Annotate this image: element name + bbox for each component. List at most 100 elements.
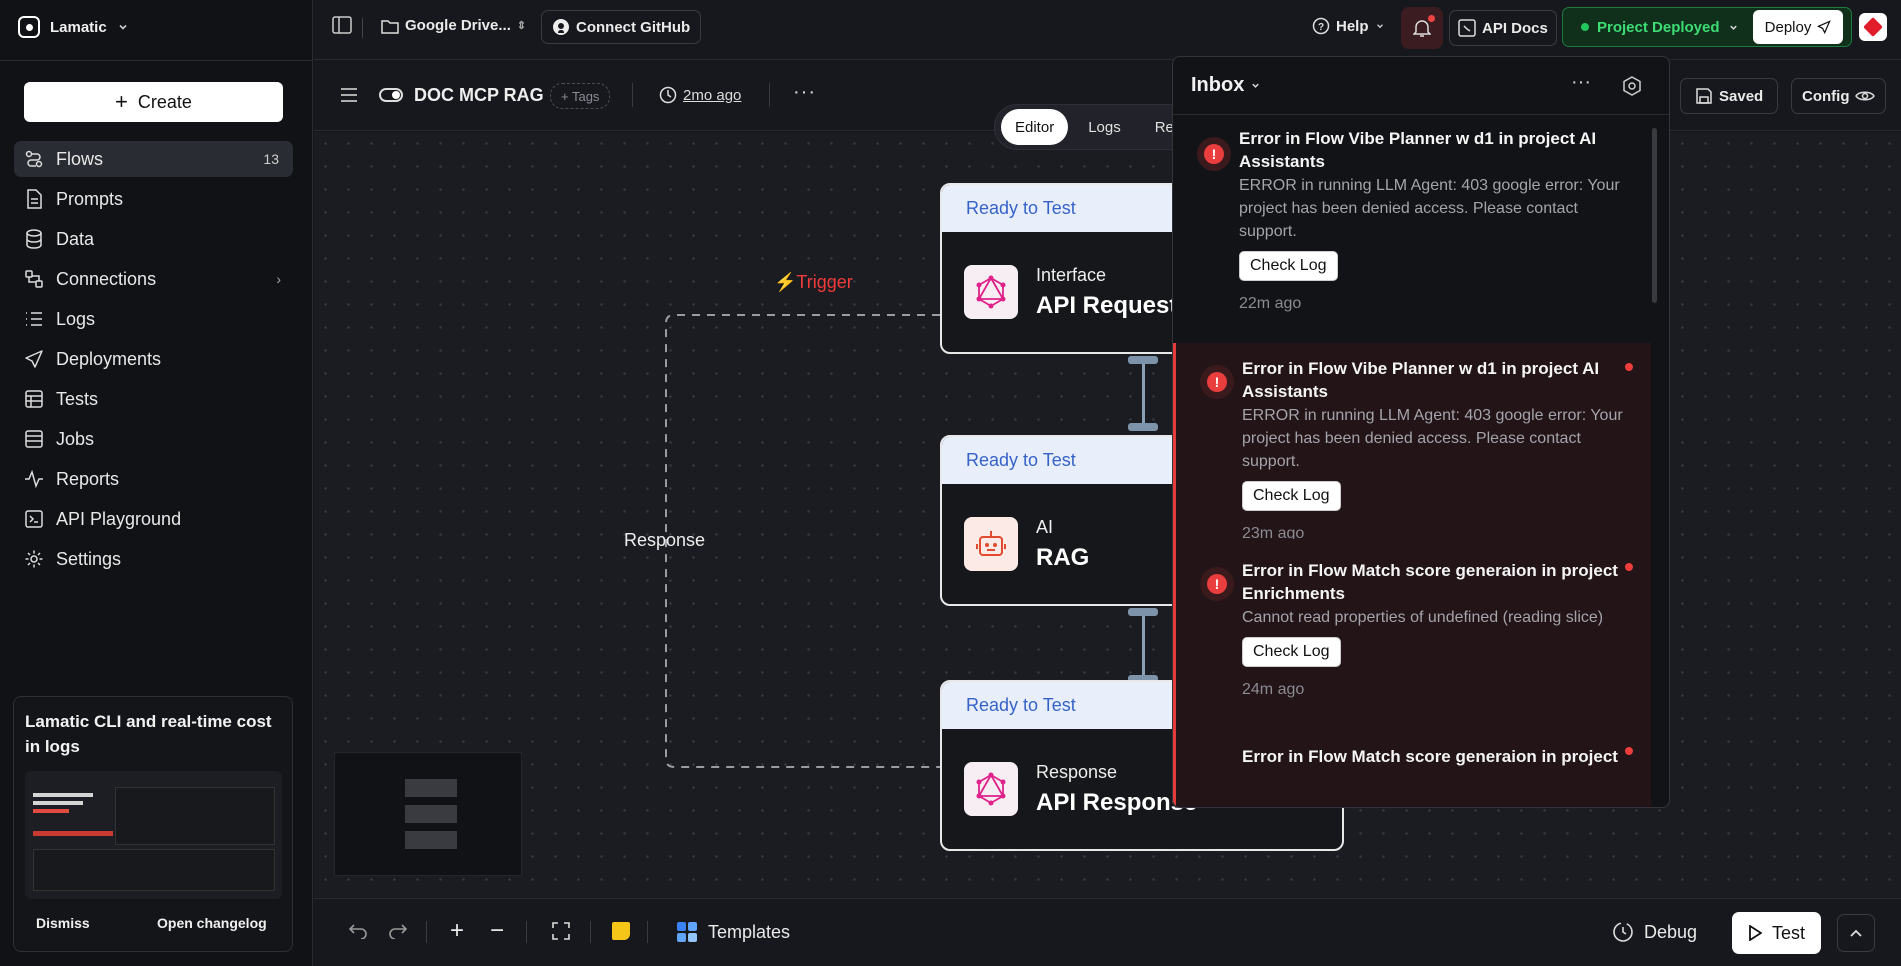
more-options-icon[interactable]: ··· xyxy=(793,81,816,104)
api-docs-button[interactable]: API Docs xyxy=(1449,10,1557,46)
lamatic-logo-icon xyxy=(18,16,40,38)
notification-title: Error in Flow Match score generaion in p… xyxy=(1242,561,1618,603)
user-avatar[interactable] xyxy=(1859,13,1887,41)
saved-label: Saved xyxy=(1719,87,1764,105)
debug-button[interactable]: Debug xyxy=(1612,921,1697,943)
notification-item[interactable]: Error in Flow Match score generaion in p… xyxy=(1173,725,1651,807)
config-button[interactable]: Config xyxy=(1791,78,1887,114)
undo-icon xyxy=(348,924,367,939)
test-label: Test xyxy=(1772,922,1806,943)
connect-github-button[interactable]: Connect GitHub xyxy=(541,10,702,44)
create-label: Create xyxy=(137,91,192,112)
notification-item[interactable]: ! Error in Flow Vibe Planner w d1 in pro… xyxy=(1173,343,1651,542)
chevron-right-icon: › xyxy=(276,271,281,287)
status-dot xyxy=(1581,23,1589,31)
sidebar-item-flows[interactable]: Flows 13 xyxy=(14,141,293,177)
inbox-header: Inbox ··· xyxy=(1173,57,1669,115)
node-handle[interactable] xyxy=(1128,423,1158,431)
changelog-title: Lamatic CLI and real-time cost in logs xyxy=(25,712,272,756)
divider xyxy=(632,83,633,107)
inbox-scrollbar[interactable] xyxy=(1652,128,1657,303)
check-log-button[interactable]: Check Log xyxy=(1239,251,1338,281)
check-log-button[interactable]: Check Log xyxy=(1242,481,1341,511)
changelog-preview-image[interactable] xyxy=(25,771,282,899)
tab-logs[interactable]: Logs xyxy=(1074,109,1135,145)
error-icon: ! xyxy=(1197,137,1231,171)
notification-item[interactable]: ! Error in Flow Match score generaion in… xyxy=(1173,539,1651,725)
tab-editor[interactable]: Editor xyxy=(1001,109,1069,145)
breadcrumb[interactable]: Google Drive... ⇕ xyxy=(381,17,526,34)
jobs-icon xyxy=(24,429,44,449)
unread-dot xyxy=(1428,15,1435,22)
templates-button[interactable]: Templates xyxy=(676,921,790,943)
workspace-switcher[interactable]: Lamatic xyxy=(18,14,129,40)
help-button[interactable]: ? Help xyxy=(1312,17,1385,35)
history-icon xyxy=(1613,922,1633,942)
expand-panel-button[interactable] xyxy=(1837,914,1875,952)
plus-icon: + xyxy=(450,917,465,944)
sidebar-item-label: Settings xyxy=(56,548,122,569)
api-docs-icon xyxy=(1458,19,1476,37)
redo-icon xyxy=(389,924,408,939)
document-icon xyxy=(24,189,44,209)
divider xyxy=(426,921,427,943)
sidebar-item-label: Jobs xyxy=(56,428,95,449)
folder-icon xyxy=(381,19,399,34)
sidebar-item-tests[interactable]: Tests xyxy=(14,381,293,417)
robot-icon xyxy=(964,517,1018,571)
saved-indicator[interactable]: Saved xyxy=(1680,78,1779,114)
undo-button[interactable] xyxy=(348,921,368,939)
notification-title: Error in Flow Vibe Planner w d1 in proje… xyxy=(1239,129,1597,171)
fit-view-button[interactable] xyxy=(552,922,570,940)
notifications-button[interactable] xyxy=(1401,7,1443,49)
sticky-note-button[interactable] xyxy=(612,922,630,940)
clock-icon xyxy=(659,86,677,104)
sidebar-toggle-button[interactable] xyxy=(332,16,352,34)
zoom-out-button[interactable]: − xyxy=(490,917,504,945)
changelog-card: Lamatic CLI and real-time cost in logs D… xyxy=(13,696,293,952)
play-icon xyxy=(1749,925,1762,941)
connect-github-label: Connect GitHub xyxy=(576,18,691,36)
send-icon xyxy=(1817,20,1832,34)
minimap[interactable] xyxy=(334,752,522,876)
add-tags-button[interactable]: + Tags xyxy=(550,83,611,109)
activity-icon xyxy=(24,469,44,489)
flow-name[interactable]: DOC MCP RAG xyxy=(414,85,544,106)
sidebar-item-label: Flows xyxy=(56,148,104,169)
sidebar-item-deployments[interactable]: Deployments xyxy=(14,341,293,377)
help-label: Help xyxy=(1336,17,1369,35)
sidebar-item-data[interactable]: Data xyxy=(14,221,293,257)
redo-button[interactable] xyxy=(388,921,408,939)
sidebar: Lamatic + Create Flows 13 Prompts Data C… xyxy=(0,0,313,966)
node-handle[interactable] xyxy=(1128,356,1158,364)
dismiss-button[interactable]: Dismiss xyxy=(36,915,90,931)
flow-active-toggle[interactable] xyxy=(379,88,403,102)
divider xyxy=(362,18,363,38)
menu-button[interactable] xyxy=(340,88,358,102)
sidebar-item-prompts[interactable]: Prompts xyxy=(14,181,293,217)
sidebar-toggle-icon xyxy=(332,16,352,34)
node-handle[interactable] xyxy=(1128,608,1158,616)
more-options-icon[interactable]: ··· xyxy=(1571,71,1591,94)
error-icon: ! xyxy=(1200,365,1234,399)
sidebar-item-settings[interactable]: Settings xyxy=(14,541,293,577)
plus-icon: + xyxy=(115,89,128,114)
zoom-in-button[interactable]: + xyxy=(450,917,464,945)
test-button[interactable]: Test xyxy=(1732,912,1822,954)
inbox-title[interactable]: Inbox xyxy=(1191,74,1244,97)
open-changelog-link[interactable]: Open changelog xyxy=(157,915,267,931)
create-button[interactable]: + Create xyxy=(24,82,283,122)
sidebar-item-logs[interactable]: Logs xyxy=(14,301,293,337)
notification-body: Cannot read properties of undefined (rea… xyxy=(1242,609,1604,626)
chevron-down-icon[interactable] xyxy=(1250,80,1261,91)
deploy-button[interactable]: Deploy xyxy=(1753,10,1843,44)
settings-icon[interactable] xyxy=(1622,76,1642,96)
sidebar-nav: Flows 13 Prompts Data Connections › Logs… xyxy=(14,141,293,581)
check-log-button[interactable]: Check Log xyxy=(1242,637,1341,667)
sidebar-item-api-playground[interactable]: API Playground xyxy=(14,501,293,537)
sidebar-item-reports[interactable]: Reports xyxy=(14,461,293,497)
sidebar-item-connections[interactable]: Connections › xyxy=(14,261,293,297)
fullscreen-icon xyxy=(552,922,570,940)
last-updated[interactable]: 2mo ago xyxy=(659,86,741,104)
sidebar-item-jobs[interactable]: Jobs xyxy=(14,421,293,457)
